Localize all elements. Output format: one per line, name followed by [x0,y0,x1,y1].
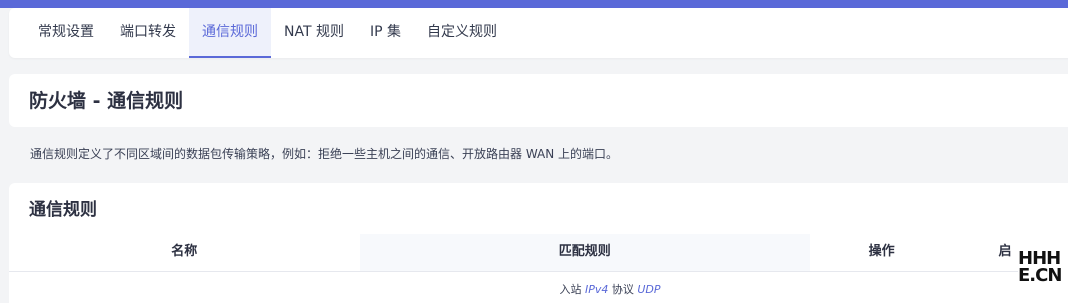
table-header: 名称 匹配规则 操作 启 [9,234,1068,272]
watermark-logo: HHH E.CN [1018,250,1068,286]
top-accent-bar [0,0,1068,8]
match-prefix: 入站 [559,283,585,296]
tab-traffic-rules[interactable]: 通信规则 [189,8,271,58]
page-title: 防火墙 - 通信规则 [29,90,184,112]
column-header-action: 操作 [868,244,895,259]
column-header-name: 名称 [171,244,198,259]
match-proto-link[interactable]: UDP [637,283,660,296]
watermark-line-2: E.CN [1018,265,1062,286]
page-description: 通信规则定义了不同区域间的数据包传输策略，例如：拒绝一些主机之间的通信、开放路由… [30,147,619,161]
tab-nat-rules[interactable]: NAT 规则 [271,8,357,58]
tab-bar: 常规设置 端口转发 通信规则 NAT 规则 IP 集 自定义规则 [9,8,1068,58]
tab-ip-sets[interactable]: IP 集 [357,8,414,58]
section-title: 通信规则 [29,200,97,220]
traffic-rules-section: 通信规则 名称 匹配规则 操作 启 入站 IPv4 协议 UDP [9,183,1068,303]
column-header-match: 匹配规则 [359,234,810,271]
page-title-card: 防火墙 - 通信规则 [9,74,1068,127]
match-mid: 协议 [608,283,638,296]
tab-general-settings[interactable]: 常规设置 [9,8,107,58]
tab-port-forwarding[interactable]: 端口转发 [107,8,189,58]
match-family-link[interactable]: IPv4 [585,283,608,296]
table-row-match-preview: 入站 IPv4 协议 UDP [375,281,845,297]
tab-custom-rules[interactable]: 自定义规则 [414,8,510,58]
